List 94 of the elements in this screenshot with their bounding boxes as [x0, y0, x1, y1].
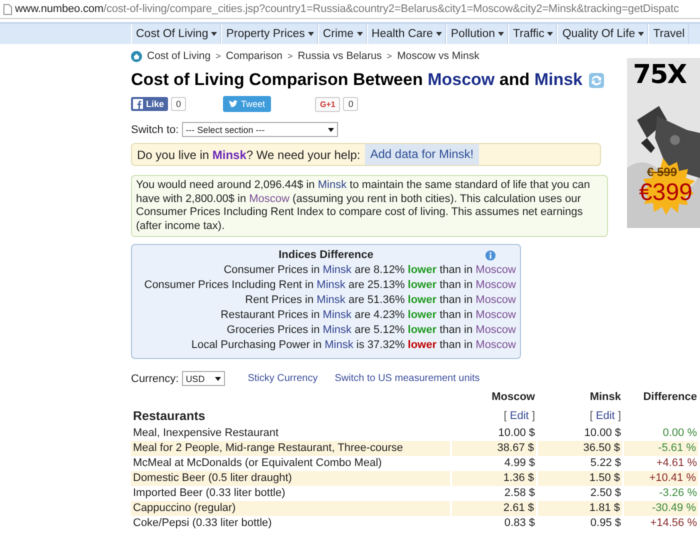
nav-menu-item[interactable]: Quality Of Life	[557, 24, 648, 44]
table-cell: 0.95 $	[537, 516, 623, 531]
table-cell: 4.99 $	[451, 456, 537, 471]
table-cell: 1.36 $	[451, 471, 537, 486]
edit-link[interactable]: [ Edit ]	[590, 410, 621, 422]
address-url[interactable]: www.numbeo.com/cost-of-living/compare_cities.jsp?country1=Russia&country2=Belarus&city1=Moscow&city2=Minsk&tracking=getDispatc	[15, 3, 679, 15]
section-select[interactable]: --- Select section ---	[182, 122, 338, 137]
like-button[interactable]: Like	[131, 97, 168, 111]
column-header: Difference	[642, 390, 698, 404]
table-cell: 38.67 $	[451, 441, 537, 456]
city-link[interactable]: Minsk	[316, 279, 346, 291]
table-cell: 10.00 $	[451, 426, 537, 441]
table-cell: 1.81 $	[537, 501, 623, 516]
table-cell: 10.00 $	[537, 426, 623, 441]
breadcrumb-link[interactable]: Moscow vs Minsk	[397, 50, 480, 62]
breadcrumb-separator: >	[216, 51, 221, 61]
city-link[interactable]: Minsk	[318, 179, 347, 191]
table-cell: 1.50 $	[537, 471, 623, 486]
index-comparison-text: Groceries Prices in Minsk are 5.12% lower than in Moscow	[226, 323, 516, 338]
table-cell: -3.26 %	[623, 486, 699, 501]
table-cell: 36.50 $	[537, 441, 623, 456]
section-heading: Restaurants	[132, 408, 206, 425]
option-link[interactable]: Switch to US measurement units	[334, 373, 480, 384]
city-link[interactable]: Minsk	[316, 294, 346, 306]
index-comparison-text: Rent Prices in Minsk are 51.36% lower than in Moscow	[244, 293, 516, 308]
nav-menu-item[interactable]: Property Prices	[221, 24, 318, 44]
indices-title: Indices Difference	[278, 249, 374, 263]
like-count: 0	[171, 97, 186, 111]
table-cell: Meal for 2 People, Mid-range Restaurant, Three-course	[131, 441, 451, 456]
table-cell: Coke/Pepsi (0.33 liter bottle)	[131, 516, 451, 531]
info-icon[interactable]	[485, 250, 496, 261]
index-comparison-text: Consumer Prices in Minsk are 8.12% lower than in Moscow	[222, 263, 516, 278]
nav-menu-item[interactable]: Travel	[648, 24, 689, 44]
city-link[interactable]: Moscow	[476, 339, 516, 351]
city-link[interactable]: Moscow	[249, 192, 290, 204]
facebook-icon	[133, 99, 143, 109]
bird-icon	[229, 100, 238, 108]
table-cell: McMeal at McDonalds (or Equivalent Combo Meal)	[131, 456, 451, 471]
city-link[interactable]: Moscow	[476, 294, 516, 306]
ad-headline: 75X	[633, 60, 686, 90]
table-cell: 0.00 %	[623, 426, 699, 441]
option-link[interactable]: Sticky Currency	[248, 373, 318, 384]
table-cell: -5.61 %	[623, 441, 699, 456]
table-cell: 2.58 $	[451, 486, 537, 501]
index-comparison-text: Consumer Prices Including Rent in Minsk are 25.13% lower than in Moscow	[143, 278, 516, 293]
breadcrumb-link[interactable]: Russia vs Belarus	[298, 50, 382, 62]
city-link[interactable]: Moscow	[476, 264, 516, 276]
breadcrumb-separator: >	[288, 51, 293, 61]
table-cell: Domestic Beer (0.5 liter draught)	[131, 471, 451, 486]
help-text: Do you live in Minsk? We need your help:	[136, 148, 362, 162]
table-cell: 5.22 $	[537, 456, 623, 471]
index-comparison-text: Restaurant Prices in Minsk are 4.23% lower than in Moscow	[220, 308, 516, 323]
currency-select[interactable]: USD	[182, 371, 225, 386]
table-cell: +10.41 %	[623, 471, 699, 486]
home-icon[interactable]	[131, 50, 142, 62]
table-cell: Cappuccino (regular)	[131, 501, 451, 516]
edit-link[interactable]: [ Edit ]	[504, 410, 535, 422]
switch-label: Switch to:	[131, 124, 179, 136]
city-link[interactable]: Moscow	[476, 279, 516, 291]
city-link[interactable]: Minsk	[322, 309, 352, 321]
add-data-button[interactable]: Add data for Minsk!	[365, 144, 479, 165]
nav-menu-item[interactable]: Pollution	[446, 24, 508, 44]
google-plus-button[interactable]: G+1	[315, 96, 340, 112]
dropdown-arrow-icon	[328, 128, 334, 132]
breadcrumb-link[interactable]: Cost of Living	[147, 50, 211, 62]
nav-menu-item[interactable]: Cost Of Living	[131, 24, 222, 44]
nav-menu-item[interactable]: Traffic	[508, 24, 558, 44]
city-link[interactable]: Minsk	[324, 339, 354, 351]
summary-text: You would need around 2,096.44$ in Minsk to maintain the same standard of life that you can have with 2,800.00$ in Moscow (assuming you rent in both cities). This calculation uses our Consumer Prices Including Rent Index to compare cost of living. This assumes net earnings (after income tax).	[136, 179, 591, 233]
city-link[interactable]: Moscow	[476, 324, 516, 336]
column-header: Minsk	[588, 390, 622, 404]
dropdown-arrow-icon	[214, 376, 221, 380]
table-cell: +4.61 %	[623, 456, 699, 471]
nav-menu-item[interactable]: Health Care	[366, 24, 446, 44]
table-cell: Imported Beer (0.33 liter bottle)	[131, 486, 451, 501]
breadcrumb-separator: >	[386, 51, 392, 61]
city-link[interactable]: Minsk	[322, 264, 352, 276]
table-cell: 2.50 $	[537, 486, 623, 501]
index-comparison-text: Local Purchasing Power in Minsk is 37.32% lower than in Moscow	[190, 338, 516, 353]
nav-menu-item[interactable]: Crime	[318, 24, 367, 44]
currency-label: Currency:	[131, 372, 179, 384]
city-link[interactable]: Minsk	[322, 324, 352, 336]
table-cell: 2.61 $	[451, 501, 537, 516]
swap-icon[interactable]	[588, 72, 604, 88]
table-cell: -30.49 %	[623, 501, 699, 516]
table-cell: Meal, Inexpensive Restaurant	[131, 426, 451, 441]
city-link[interactable]: Moscow	[476, 309, 516, 321]
column-header: Moscow	[490, 390, 536, 404]
plus-count: 0	[343, 97, 358, 111]
page-title: Cost of Living Comparison Between Moscow and Minsk	[131, 70, 583, 90]
page-icon	[3, 4, 12, 14]
table-cell: +14.56 %	[623, 516, 699, 531]
breadcrumb-link[interactable]: Comparison	[226, 50, 282, 62]
table-cell: 0.83 $	[451, 516, 537, 531]
